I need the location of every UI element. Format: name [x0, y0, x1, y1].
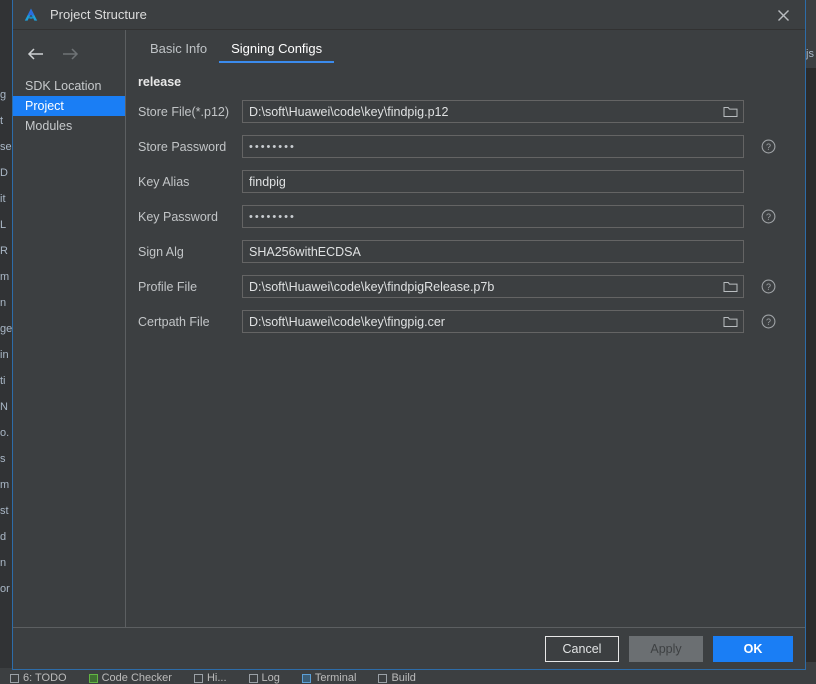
cancel-button[interactable]: Cancel — [545, 635, 619, 662]
ok-button[interactable]: OK — [713, 635, 793, 662]
form-row: Sign Alg SHA256withECDSA — [138, 240, 805, 263]
help-icon[interactable]: ? — [761, 279, 776, 294]
status-bar-item[interactable]: Hi... — [193, 672, 227, 684]
status-bar-item-label: Build — [391, 672, 416, 684]
help-icon[interactable]: ? — [761, 314, 776, 329]
label-sign-alg: Sign Alg — [138, 244, 184, 259]
code-checker-icon — [88, 673, 98, 683]
form-row: Key Alias findpig — [138, 170, 805, 193]
sidebar-nav-list: SDK Location Project Modules — [13, 76, 125, 136]
status-bar-item[interactable]: Log — [248, 672, 280, 684]
svg-text:?: ? — [766, 317, 771, 327]
label-store-file-p12: Store File(*.p12) — [138, 104, 230, 119]
apply-button: Apply — [629, 635, 703, 662]
dialog-title: Project Structure — [50, 7, 147, 22]
project-structure-dialog: Project Structure SDK Location Project M… — [12, 0, 806, 670]
tab-strip: Basic Info Signing Configs — [126, 30, 805, 63]
tab-label: Basic Info — [150, 41, 208, 56]
label-certpath-file: Certpath File — [138, 314, 210, 329]
arrow-left-icon[interactable] — [25, 44, 47, 64]
dialog-title-bar: Project Structure — [13, 0, 805, 30]
input-wrapper: findpig — [242, 170, 744, 193]
todo-icon — [10, 673, 19, 683]
form-row: Certpath File D:\soft\Huawei\code\key\fin… — [138, 310, 805, 333]
status-bar-item[interactable]: Build — [378, 672, 416, 684]
dialog-content: Basic Info Signing Configs release Store … — [126, 30, 805, 627]
sidebar-item-modules[interactable]: Modules — [13, 116, 125, 136]
status-bar-item-label: Hi... — [206, 672, 227, 684]
label-key-password: Key Password — [138, 209, 218, 224]
form-row: Key Password ••••••••? — [138, 205, 805, 228]
dialog-footer: Cancel Apply OK — [13, 627, 805, 669]
svg-text:?: ? — [766, 282, 771, 292]
terminal-icon — [301, 673, 311, 683]
status-bar-item[interactable]: Terminal — [301, 672, 357, 684]
input-wrapper: D:\soft\Huawei\code\key\findpigRelease.p… — [242, 275, 744, 298]
tab-basic-info[interactable]: Basic Info — [138, 40, 219, 63]
arrow-right-icon[interactable] — [59, 44, 81, 64]
status-bar-item[interactable]: 6: TODO — [10, 672, 67, 684]
ide-editor-area — [806, 68, 816, 662]
tab-signing-configs[interactable]: Signing Configs — [219, 40, 335, 63]
status-bar-item-label: Code Checker — [101, 672, 172, 684]
status-bar-item-label: Log — [261, 672, 280, 684]
sidebar-nav-arrows — [13, 44, 125, 64]
dialog-sidebar: SDK Location Project Modules — [13, 30, 126, 627]
dialog-body: SDK Location Project Modules Basic Info Sig… — [13, 30, 805, 627]
input-wrapper: D:\soft\Huawei\code\key\findpig.p12 — [242, 100, 744, 123]
help-icon[interactable]: ? — [761, 209, 776, 224]
input-key-password[interactable]: •••••••• — [242, 205, 744, 228]
sidebar-item-sdk-location[interactable]: SDK Location — [13, 76, 125, 96]
folder-icon[interactable] — [717, 311, 743, 332]
form-row: Store File(*.p12) D:\soft\Huawei\code\key… — [138, 100, 805, 123]
input-store-password[interactable]: •••••••• — [242, 135, 744, 158]
build-icon — [378, 673, 388, 683]
status-bar-item-label: 6: TODO — [23, 672, 67, 684]
signing-configs-form: Store File(*.p12) D:\soft\Huawei\code\key… — [126, 100, 805, 333]
svg-text:?: ? — [766, 142, 771, 152]
input-certpath-file[interactable]: D:\soft\Huawei\code\key\fingpig.cer — [242, 310, 744, 333]
sidebar-item-project[interactable]: Project — [13, 96, 125, 116]
section-title: release — [138, 75, 182, 89]
svg-text:?: ? — [766, 212, 771, 222]
deveco-studio-logo-icon — [22, 6, 40, 24]
help-icon[interactable]: ? — [761, 139, 776, 154]
input-store-file-p12[interactable]: D:\soft\Huawei\code\key\findpig.p12 — [242, 100, 744, 123]
input-wrapper: D:\soft\Huawei\code\key\fingpig.cer — [242, 310, 744, 333]
tab-label: Signing Configs — [231, 41, 323, 56]
ide-right-fragment: js — [806, 48, 814, 60]
form-row: Store Password ••••••••? — [138, 135, 805, 158]
sidebar-item-label: Modules — [25, 119, 73, 133]
hi-icon — [193, 673, 203, 683]
folder-icon[interactable] — [717, 276, 743, 297]
label-key-alias: Key Alias — [138, 174, 190, 189]
label-store-password: Store Password — [138, 139, 227, 154]
label-profile-file: Profile File — [138, 279, 198, 294]
folder-icon[interactable] — [717, 101, 743, 122]
input-wrapper: •••••••• — [242, 205, 744, 228]
ide-status-bar: 6: TODO Code Checker Hi... Log Terminal Build — [0, 668, 816, 684]
status-bar-item[interactable]: Code Checker — [88, 672, 172, 684]
sidebar-item-label: SDK Location — [25, 79, 102, 93]
input-key-alias[interactable]: findpig — [242, 170, 744, 193]
log-icon — [248, 673, 258, 683]
input-wrapper: SHA256withECDSA — [242, 240, 744, 263]
form-row: Profile File D:\soft\Huawei\code\key\find… — [138, 275, 805, 298]
close-icon[interactable] — [761, 0, 805, 30]
status-bar-item-label: Terminal — [314, 672, 357, 684]
input-profile-file[interactable]: D:\soft\Huawei\code\key\findpigRelease.p… — [242, 275, 744, 298]
input-wrapper: •••••••• — [242, 135, 744, 158]
sidebar-item-label: Project — [25, 99, 64, 113]
input-sign-alg[interactable]: SHA256withECDSA — [242, 240, 744, 263]
